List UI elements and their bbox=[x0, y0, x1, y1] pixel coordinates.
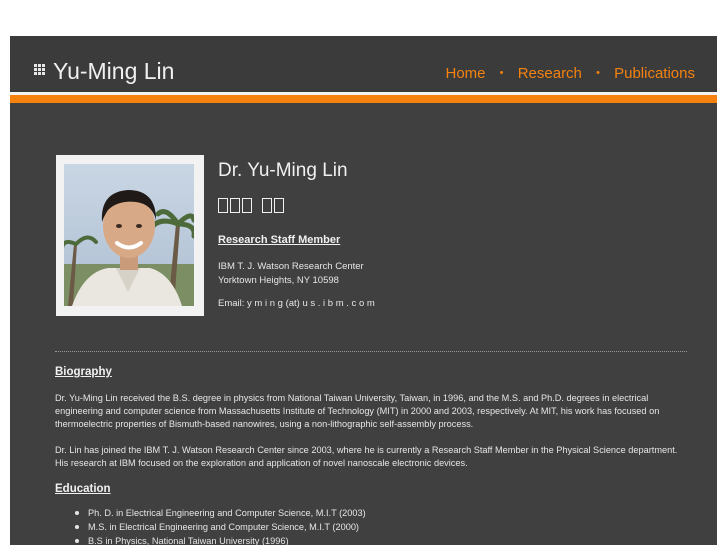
main-nav: Home • Research • Publications bbox=[445, 65, 695, 84]
header-divider-accent bbox=[10, 95, 717, 103]
biography-heading: Biography bbox=[55, 366, 112, 378]
nav-research-link[interactable]: Research bbox=[518, 65, 582, 82]
list-item: B.S in Physics, National Taiwan Universi… bbox=[73, 534, 366, 545]
page-frame: Yu-Ming Lin Home • Research • Publicatio… bbox=[10, 36, 717, 545]
education-heading: Education bbox=[55, 483, 111, 495]
section-divider bbox=[55, 351, 687, 352]
list-item: M.S. in Electrical Engineering and Compu… bbox=[73, 520, 366, 534]
grid-icon bbox=[34, 64, 45, 75]
nav-home-link[interactable]: Home bbox=[445, 65, 485, 82]
biography-paragraph: Dr. Lin has joined the IBM T. J. Watson … bbox=[55, 445, 678, 468]
site-header: Yu-Ming Lin Home • Research • Publicatio… bbox=[10, 36, 717, 92]
photo-frame bbox=[56, 155, 204, 316]
nav-separator: • bbox=[596, 67, 600, 79]
profile-email: Email: y m i n g (at) u s . i b m . c o … bbox=[218, 298, 375, 309]
chinese-name-glyphs bbox=[218, 198, 284, 213]
nav-publications-link[interactable]: Publications bbox=[614, 65, 695, 82]
profile-address: IBM T. J. Watson Research Center Yorktow… bbox=[218, 260, 364, 288]
address-line: IBM T. J. Watson Research Center bbox=[218, 261, 364, 272]
site-title[interactable]: Yu-Ming Lin bbox=[53, 57, 174, 85]
profile-name: Dr. Yu-Ming Lin bbox=[218, 160, 348, 181]
portrait-photo bbox=[64, 164, 194, 306]
profile-role-link[interactable]: Research Staff Member bbox=[218, 234, 340, 246]
list-item: Ph. D. in Electrical Engineering and Com… bbox=[73, 506, 366, 520]
address-line: Yorktown Heights, NY 10598 bbox=[218, 275, 339, 286]
education-list: Ph. D. in Electrical Engineering and Com… bbox=[73, 506, 366, 545]
nav-separator: • bbox=[499, 67, 504, 79]
biography-paragraph: Dr. Yu-Ming Lin received the B.S. degree… bbox=[55, 393, 660, 429]
